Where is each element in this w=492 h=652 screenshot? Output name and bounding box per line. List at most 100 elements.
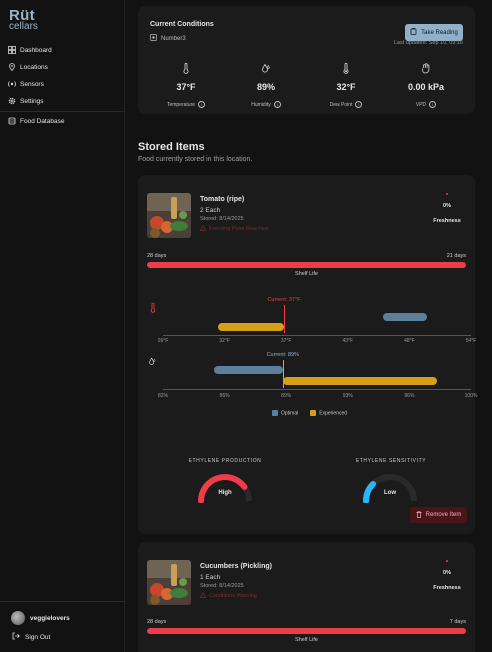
freshness-value: 0% <box>443 203 451 209</box>
freshness-indicator: 0% Freshness <box>433 560 461 591</box>
freshness-dot <box>446 560 448 562</box>
warning-icon <box>199 591 207 600</box>
sensor-name: Number3 <box>161 35 186 42</box>
stored-items-title: Stored Items <box>138 141 205 153</box>
sidebar-item-label: Settings <box>20 97 44 105</box>
temp-tick-label: 37°F <box>280 338 292 344</box>
ethylene-production-title: ETHYLENE PRODUCTION <box>188 458 262 464</box>
info-icon[interactable]: i <box>355 101 363 108</box>
sign-out-icon <box>12 632 20 642</box>
temp-range-thermometer-icon <box>150 300 156 318</box>
take-reading-button[interactable]: Take Reading <box>405 24 463 41</box>
freshness-label: Freshness <box>433 585 461 591</box>
humidity-tick-label: 96% <box>404 393 415 399</box>
sensor-icon <box>7 80 16 89</box>
info-icon[interactable]: i <box>198 101 206 108</box>
food-image <box>147 560 191 605</box>
sensor-chip-icon <box>150 34 157 43</box>
ethylene-sensitivity-gauge <box>363 474 417 503</box>
sidebar-item-label: Sensors <box>20 80 44 88</box>
divider <box>0 601 125 602</box>
item-stored-date: Stored: 8/14/2025 <box>200 583 244 589</box>
metric-label: Temperature <box>166 101 196 108</box>
current-conditions-card: Current Conditions Number3 Take Reading … <box>138 6 475 114</box>
info-icon[interactable]: i <box>273 101 281 108</box>
remove-item-button[interactable]: Remove Item <box>410 507 467 523</box>
shelf-life-start: 28 days <box>147 619 167 625</box>
temp-tick-label: 48°F <box>404 338 415 344</box>
gear-icon <box>7 97 16 106</box>
metric-value: 0.00 kPa <box>407 82 445 92</box>
sidebar-item-food-database[interactable]: Food Database <box>7 115 64 127</box>
user-profile[interactable]: veggielovers <box>11 611 70 625</box>
humidity-tick-label: 89% <box>281 393 292 399</box>
humidity-axis <box>163 389 471 390</box>
metric-label-row: Dew Point i <box>316 101 376 108</box>
dew-point-icon <box>316 61 376 79</box>
temp-current-marker <box>284 305 285 333</box>
sidebar-item-sensors[interactable]: Sensors <box>7 78 44 90</box>
brand-logo[interactable]: Rüt cellars <box>9 8 38 32</box>
humidity-current-label: Current: 89% <box>266 352 299 358</box>
metric-dew-point: 32°F Dew Point i <box>316 61 376 108</box>
legend-experienced-label: Experienced <box>319 410 348 417</box>
sidebar-item-dashboard[interactable]: Dashboard <box>7 44 52 56</box>
sidebar-item-label: Locations <box>20 63 48 71</box>
temp-tick-label: 32°F <box>219 338 230 344</box>
sign-out-button[interactable]: Sign Out <box>12 632 50 642</box>
database-icon <box>7 117 16 126</box>
shelf-life-start: 28 days <box>147 253 167 259</box>
metric-label: Humidity <box>251 101 271 108</box>
trash-icon <box>416 510 422 520</box>
shelf-life-label: Shelf Life <box>295 271 318 277</box>
card-title: Current Conditions <box>150 21 214 28</box>
sidebar-item-settings[interactable]: Settings <box>7 95 44 107</box>
metric-temperature: 37°F Temperature i <box>156 61 216 108</box>
clipboard-icon <box>410 28 417 37</box>
item-warning: Conditions Warning <box>199 591 257 600</box>
item-warning: Freezing Point Reached <box>199 224 269 233</box>
sidebar-item-locations[interactable]: Locations <box>7 61 48 73</box>
temp-current-label: Current: 37°F <box>267 297 301 303</box>
humidity-icon <box>236 61 296 79</box>
metric-label: VPD <box>415 101 427 108</box>
sidebar: Rüt cellars Dashboard Locations Sensors … <box>0 0 125 652</box>
shelf-life-label: Shelf Life <box>295 637 318 643</box>
sign-out-label: Sign Out <box>25 633 51 641</box>
temp-tick-label: 26°F <box>157 338 169 344</box>
metric-label-row: VPD i <box>396 101 456 108</box>
take-reading-label: Take Reading <box>421 29 458 36</box>
freshness-value: 0% <box>443 570 451 576</box>
item-name: Tomato (ripe) <box>200 196 245 203</box>
info-icon[interactable]: i <box>429 101 437 108</box>
freshness-dot <box>446 193 448 195</box>
location-icon <box>7 63 16 72</box>
temp-experienced-bar <box>218 323 284 331</box>
temperature-range-chart: Current: 37°F 26°F 32°F 37°F 43°F 48°F 54°F <box>158 297 477 345</box>
item-stored-date: Stored: 8/14/2025 <box>200 216 244 222</box>
avatar <box>11 611 25 625</box>
dashboard-icon <box>7 46 16 55</box>
temp-tick-label: 43°F <box>342 338 354 344</box>
food-image <box>147 193 191 238</box>
legend-optimal-label: Optimal <box>281 410 299 417</box>
metric-value: 37°F <box>176 82 196 92</box>
legend-experienced: Experienced <box>310 410 347 416</box>
stored-item-card: Tomato (ripe) 2 Each Stored: 8/14/2025 F… <box>138 175 477 534</box>
shelf-life-bar <box>147 262 466 268</box>
metric-label-row: Temperature i <box>156 101 216 108</box>
humidity-range-icon <box>148 353 157 371</box>
main-content: Current Conditions Number3 Take Reading … <box>125 0 492 652</box>
humidity-tick-label: 82% <box>157 393 169 399</box>
ethylene-sensitivity-value: Low <box>384 490 396 496</box>
sidebar-item-label: Food Database <box>20 117 65 125</box>
shelf-life-remaining: 21 days <box>446 253 466 259</box>
humidity-tick-label: 86% <box>219 393 230 399</box>
metric-label: Dew Point <box>329 101 353 108</box>
humidity-range-chart: Current: 89% 82% 86% 89% 93% 96% 100% <box>158 352 477 400</box>
legend-optimal: Optimal <box>272 410 298 416</box>
ethylene-production-value: High <box>218 490 232 496</box>
warning-text: Freezing Point Reached <box>209 226 269 232</box>
humidity-experienced-bar <box>282 377 437 385</box>
stored-item-card: Cucumbers (Pickling) 1 Each Stored: 8/14… <box>138 542 475 652</box>
